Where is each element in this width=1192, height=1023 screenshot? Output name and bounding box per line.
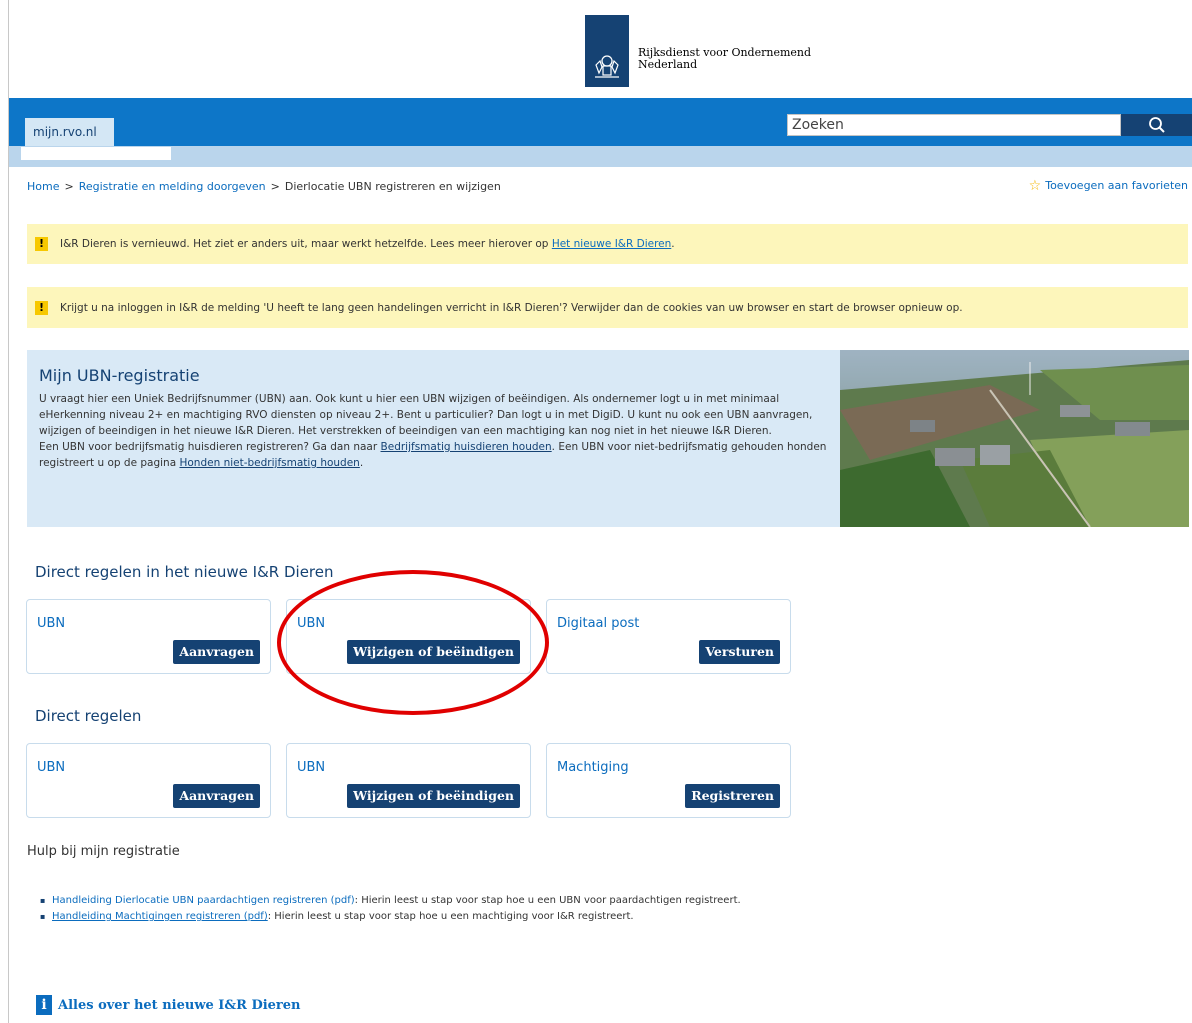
card-title: Digitaal post [557, 616, 640, 631]
breadcrumb-current: Dierlocatie UBN registreren en wijzigen [284, 180, 501, 193]
breadcrumb-separator: > [64, 180, 74, 193]
section-title-direct: Direct regelen [35, 707, 142, 725]
intro-title: Mijn UBN-registratie [39, 366, 200, 385]
registreren-button[interactable]: Registreren [685, 784, 780, 808]
sub-navigation-field[interactable] [21, 147, 171, 160]
search-input[interactable]: Zoeken [787, 114, 1121, 136]
breadcrumb-registratie[interactable]: Registratie en melding doorgeven [79, 180, 266, 193]
page: Rijksdienst voor Ondernemend Nederland m… [0, 0, 1192, 1023]
sub-navigation-bar [9, 146, 1192, 167]
intro-paragraph-1: U vraagt hier een Uniek Bedrijfsnummer (… [39, 393, 813, 437]
card-ubn-wijzigen: UBN Wijzigen of beëindigen [286, 743, 531, 818]
notice-text: I&R Dieren is vernieuwd. Het ziet er and… [60, 238, 675, 250]
search-icon [1148, 117, 1165, 133]
section-title-new-ir: Direct regelen in het nieuwe I&R Dieren [35, 563, 334, 581]
card-machtiging: Machtiging Registreren [546, 743, 791, 818]
link-handleiding-machtigingen[interactable]: Handleiding Machtigingen registreren (pd… [52, 911, 268, 922]
card-title: UBN [297, 760, 326, 775]
list-item: Handleiding Machtigingen registreren (pd… [40, 909, 780, 925]
card-title: UBN [37, 760, 66, 775]
notice-link-new-ir[interactable]: Het nieuwe I&R Dieren [552, 238, 671, 250]
add-to-favorites-link[interactable]: ☆ Toevoegen aan favorieten [1028, 177, 1188, 194]
add-to-favorites-label: Toevoegen aan favorieten [1045, 179, 1188, 192]
search-button[interactable] [1121, 114, 1192, 136]
breadcrumb: Home > Registratie en melding doorgeven > Di… [27, 180, 501, 193]
help-title: Hulp bij mijn registratie [27, 844, 180, 859]
link-bedrijfsmatig-huisdieren[interactable]: Bedrijfsmatig huisdieren houden [381, 441, 552, 453]
coat-of-arms-icon [585, 15, 629, 87]
all-about-label: Alles over het nieuwe I&R Dieren [58, 997, 301, 1013]
red-highlight-circle [277, 570, 549, 715]
help-list: Handleiding Dierlocatie UBN paardachtige… [40, 893, 780, 925]
warning-icon: ! [35, 300, 48, 315]
notice-text-main: I&R Dieren is vernieuwd. Het ziet er and… [60, 238, 552, 250]
card-title: UBN [37, 616, 66, 631]
notice-renewed: ! I&R Dieren is vernieuwd. Het ziet er a… [27, 224, 1188, 264]
farm-aerial-image [840, 350, 1189, 527]
info-icon: i [36, 995, 52, 1015]
breadcrumb-home[interactable]: Home [27, 180, 59, 193]
star-icon: ☆ [1028, 177, 1042, 194]
site-tab-mijn-rvo[interactable]: mijn.rvo.nl [25, 118, 114, 146]
list-item-text: : Hierin leest u stap voor stap hoe u ee… [354, 895, 741, 906]
aanvragen-button[interactable]: Aanvragen [173, 640, 260, 664]
warning-icon: ! [35, 237, 48, 251]
breadcrumb-separator: > [270, 180, 280, 193]
org-name-line2: Nederland [638, 58, 698, 71]
list-item-text: : Hierin leest u stap voor stap hoe u ee… [267, 911, 634, 922]
notice-cookies: ! Krijgt u na inloggen in I&R de melding… [27, 287, 1188, 328]
card-digitaal-post: Digitaal post Versturen [546, 599, 791, 674]
intro-p2-text: Een UBN voor bedrijfsmatig huisdieren re… [39, 441, 381, 453]
notice-text: Krijgt u na inloggen in I&R de melding '… [60, 301, 963, 314]
link-honden-niet-bedrijfsmatig[interactable]: Honden niet-bedrijfsmatig houden [179, 457, 359, 469]
aanvragen-button[interactable]: Aanvragen [173, 784, 260, 808]
intro-panel: Mijn UBN-registratie U vraagt hier een U… [27, 350, 840, 527]
org-name: Rijksdienst voor Ondernemend Nederland [638, 47, 811, 71]
card-ubn-aanvragen-new: UBN Aanvragen [26, 599, 271, 674]
rvo-logo[interactable]: Rijksdienst voor Ondernemend Nederland [585, 15, 811, 87]
wijzigen-beeindigen-button[interactable]: Wijzigen of beëindigen [347, 784, 520, 808]
intro-p2-text: . [359, 457, 364, 469]
intro-paragraph-2: Een UBN voor bedrijfsmatig huisdieren re… [39, 439, 828, 471]
card-ubn-aanvragen: UBN Aanvragen [26, 743, 271, 818]
card-title: Machtiging [557, 760, 629, 775]
list-item: Handleiding Dierlocatie UBN paardachtige… [40, 893, 780, 909]
all-about-new-ir-link[interactable]: i Alles over het nieuwe I&R Dieren [36, 995, 301, 1015]
notice-text-suffix: . [671, 238, 675, 250]
link-handleiding-paardachtigen[interactable]: Handleiding Dierlocatie UBN paardachtige… [52, 895, 355, 906]
versturen-button[interactable]: Versturen [699, 640, 780, 664]
